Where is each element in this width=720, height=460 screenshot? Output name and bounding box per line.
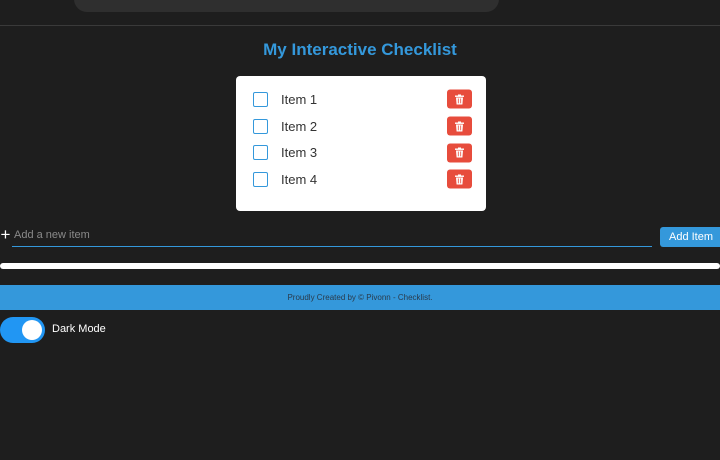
progress-bar bbox=[0, 263, 720, 269]
toggle-knob bbox=[22, 320, 42, 340]
item-label: Item 1 bbox=[281, 91, 318, 107]
delete-button[interactable] bbox=[447, 116, 472, 136]
add-item-button[interactable]: Add Item bbox=[660, 227, 720, 247]
item-label: Item 4 bbox=[281, 171, 318, 187]
trash-icon bbox=[455, 174, 464, 185]
item-label: Item 3 bbox=[281, 145, 318, 161]
add-item-row: + Add Item bbox=[0, 226, 720, 248]
list-item: Item 1 bbox=[251, 86, 472, 113]
delete-button[interactable] bbox=[447, 143, 472, 163]
header-divider bbox=[0, 25, 720, 26]
new-item-input[interactable] bbox=[12, 226, 652, 247]
dark-mode-label: Dark Mode bbox=[52, 323, 106, 335]
list-item: Item 2 bbox=[251, 113, 472, 140]
footer: Proudly Created by © Pivonn - Checklist. bbox=[0, 285, 720, 310]
list-item: Item 4 bbox=[251, 166, 472, 193]
dark-mode-toggle[interactable] bbox=[0, 317, 45, 343]
item-checkbox[interactable] bbox=[253, 118, 268, 134]
trash-icon bbox=[455, 121, 464, 132]
footer-text: Proudly Created by © Pivonn - Checklist. bbox=[287, 293, 433, 302]
checklist-card: Item 1 Item 2 Item 3 Item 4 bbox=[236, 76, 486, 211]
item-label: Item 2 bbox=[281, 118, 318, 134]
item-checkbox[interactable] bbox=[253, 171, 268, 187]
page-title: My Interactive Checklist bbox=[263, 40, 457, 59]
delete-button[interactable] bbox=[447, 89, 472, 109]
item-checkbox[interactable] bbox=[253, 145, 268, 161]
item-checkbox[interactable] bbox=[253, 91, 268, 107]
trash-icon bbox=[455, 147, 464, 158]
list-item: Item 3 bbox=[251, 139, 472, 166]
trash-icon bbox=[455, 94, 464, 105]
plus-icon: + bbox=[0, 225, 11, 244]
top-search-bar bbox=[74, 0, 499, 12]
delete-button[interactable] bbox=[447, 169, 472, 189]
